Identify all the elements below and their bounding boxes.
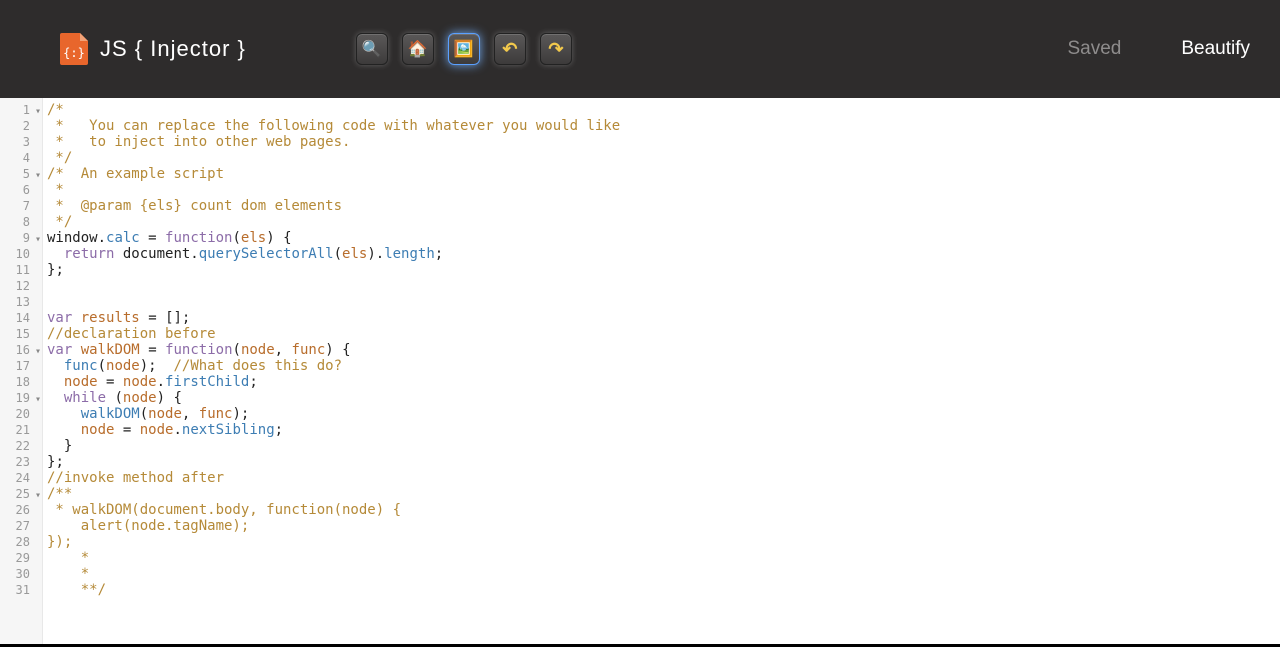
code-line[interactable]: /* (47, 102, 1280, 118)
line-number: 2 (0, 118, 40, 134)
code-line[interactable]: //declaration before (47, 326, 1280, 342)
line-gutter: 1▾2345▾6789▾10111213141516▾171819▾202122… (0, 98, 43, 647)
undo-icon: ↶ (502, 39, 517, 60)
code-line[interactable]: }; (47, 262, 1280, 278)
line-number: 5▾ (0, 166, 40, 182)
code-line[interactable]: alert(node.tagName); (47, 518, 1280, 534)
code-line[interactable]: node = node.firstChild; (47, 374, 1280, 390)
line-number: 14 (0, 310, 40, 326)
code-line[interactable]: */ (47, 150, 1280, 166)
line-number: 19▾ (0, 390, 40, 406)
code-line[interactable]: while (node) { (47, 390, 1280, 406)
line-number: 8 (0, 214, 40, 230)
code-line[interactable]: /* An example script (47, 166, 1280, 182)
line-number: 13 (0, 294, 40, 310)
app-title: JS { Injector } (100, 36, 246, 62)
line-number: 27 (0, 518, 40, 534)
code-editor[interactable]: 1▾2345▾6789▾10111213141516▾171819▾202122… (0, 98, 1280, 647)
line-number: 7 (0, 198, 40, 214)
code-line[interactable]: walkDOM(node, func); (47, 406, 1280, 422)
line-number: 1▾ (0, 102, 40, 118)
app-header: {:} JS { Injector } 🔍 🏠 🖼️ ↶ ↷ Saved Beautif… (0, 0, 1280, 98)
line-number: 24 (0, 470, 40, 486)
home-button[interactable]: 🏠 (402, 33, 434, 65)
code-line[interactable]: } (47, 438, 1280, 454)
code-line[interactable]: * You can replace the following code wit… (47, 118, 1280, 134)
picture-icon: 🖼️ (454, 39, 474, 59)
code-line[interactable]: * walkDOM(document.body, function(node) … (47, 502, 1280, 518)
line-number: 20 (0, 406, 40, 422)
image-button[interactable]: 🖼️ (448, 33, 480, 65)
line-number: 9▾ (0, 230, 40, 246)
line-number: 22 (0, 438, 40, 454)
code-line[interactable]: **/ (47, 582, 1280, 598)
beautify-button[interactable]: Beautify (1181, 38, 1250, 60)
code-line[interactable]: */ (47, 214, 1280, 230)
code-line[interactable]: * (47, 566, 1280, 582)
saved-status: Saved (1067, 38, 1121, 60)
code-line[interactable]: * (47, 550, 1280, 566)
line-number: 25▾ (0, 486, 40, 502)
code-line[interactable]: * @param {els} count dom elements (47, 198, 1280, 214)
line-number: 29 (0, 550, 40, 566)
code-line[interactable] (47, 294, 1280, 310)
code-line[interactable] (47, 278, 1280, 294)
line-number: 21 (0, 422, 40, 438)
line-number: 15 (0, 326, 40, 342)
home-icon: 🏠 (408, 39, 428, 59)
code-line[interactable]: //invoke method after (47, 470, 1280, 486)
code-line[interactable]: var results = []; (47, 310, 1280, 326)
line-number: 10 (0, 246, 40, 262)
code-line[interactable]: return document.querySelectorAll(els).le… (47, 246, 1280, 262)
code-line[interactable]: * (47, 182, 1280, 198)
code-line[interactable]: * to inject into other web pages. (47, 134, 1280, 150)
code-line[interactable]: var walkDOM = function(node, func) { (47, 342, 1280, 358)
line-number: 11 (0, 262, 40, 278)
line-number: 18 (0, 374, 40, 390)
line-number: 6 (0, 182, 40, 198)
code-area[interactable]: /* * You can replace the following code … (43, 98, 1280, 647)
redo-icon: ↷ (548, 39, 563, 60)
line-number: 23 (0, 454, 40, 470)
brand: {:} JS { Injector } (60, 33, 246, 65)
code-line[interactable]: /** (47, 486, 1280, 502)
line-number: 31 (0, 582, 40, 598)
code-line[interactable]: node = node.nextSibling; (47, 422, 1280, 438)
header-right: Saved Beautify (1067, 38, 1250, 60)
code-line[interactable]: }; (47, 454, 1280, 470)
line-number: 12 (0, 278, 40, 294)
redo-button[interactable]: ↷ (540, 33, 572, 65)
svg-text:{:}: {:} (63, 46, 85, 60)
app-logo-icon: {:} (60, 33, 88, 65)
line-number: 4 (0, 150, 40, 166)
code-line[interactable]: }); (47, 534, 1280, 550)
line-number: 16▾ (0, 342, 40, 358)
line-number: 17 (0, 358, 40, 374)
search-button[interactable]: 🔍 (356, 33, 388, 65)
code-line[interactable]: window.calc = function(els) { (47, 230, 1280, 246)
undo-button[interactable]: ↶ (494, 33, 526, 65)
toolbar: 🔍 🏠 🖼️ ↶ ↷ (356, 33, 572, 65)
line-number: 26 (0, 502, 40, 518)
line-number: 30 (0, 566, 40, 582)
code-line[interactable]: func(node); //What does this do? (47, 358, 1280, 374)
magnifier-icon: 🔍 (362, 39, 382, 59)
line-number: 28 (0, 534, 40, 550)
line-number: 3 (0, 134, 40, 150)
